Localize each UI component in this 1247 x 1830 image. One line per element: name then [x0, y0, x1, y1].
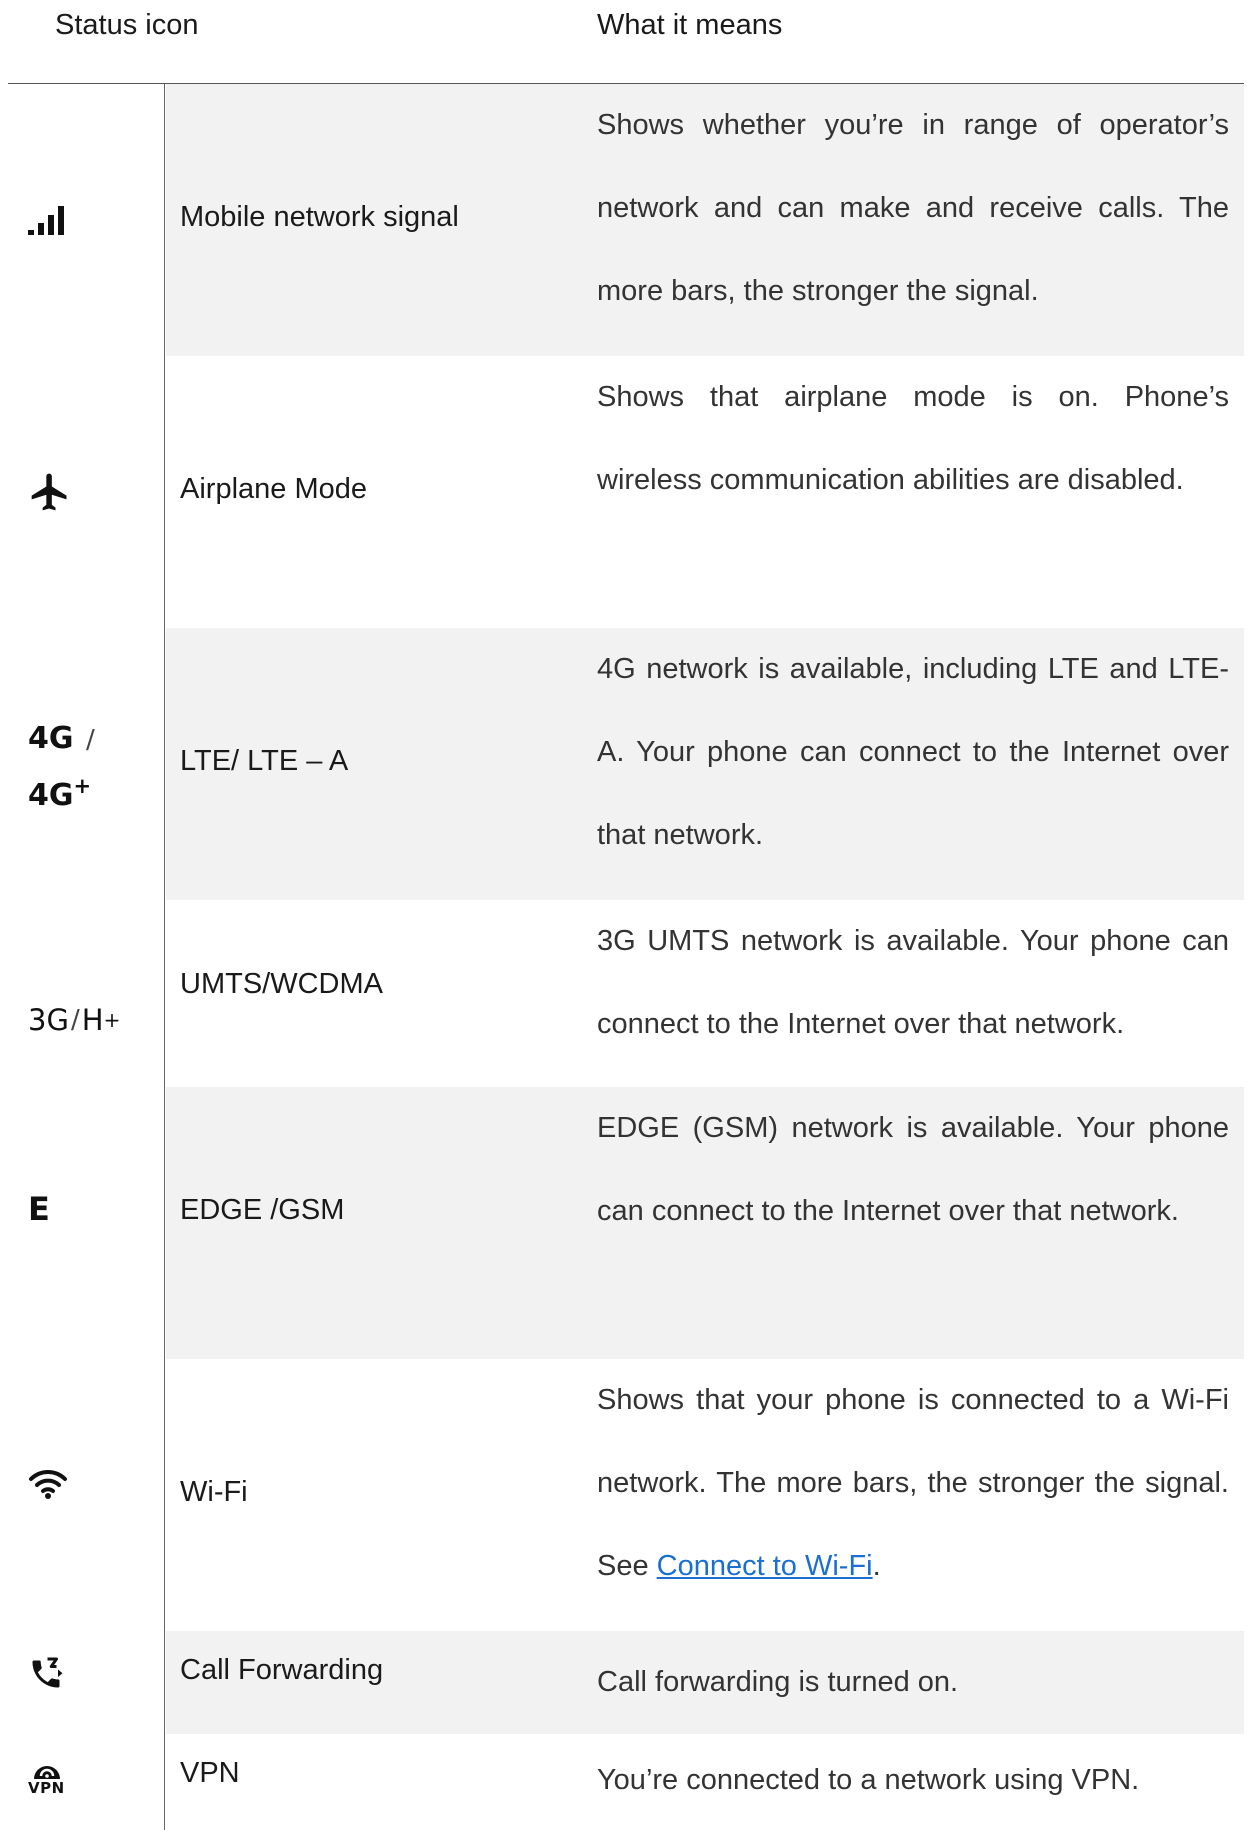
header-status-icon: Status icon — [55, 9, 199, 41]
row-name: EDGE /GSM — [180, 1194, 345, 1226]
call-forwarding-icon — [28, 1631, 138, 1717]
airplane-icon — [28, 356, 138, 628]
signal-bars-icon — [28, 84, 138, 356]
row-name: VPN — [180, 1757, 240, 1789]
row-name: LTE/ LTE – A — [180, 745, 349, 777]
table-row: 4G / 4G+ LTE/ LTE – A 4G network is avai… — [0, 628, 1247, 900]
row-name: Mobile network signal — [180, 201, 459, 233]
column-divider — [164, 84, 165, 1830]
row-name: UMTS/WCDMA — [180, 968, 383, 1000]
table-row: Mobile network signal Shows whether you’… — [0, 84, 1247, 356]
table-row: VPN VPN You’re connected to a network us… — [0, 1734, 1247, 1830]
row-description: Shows whether you’re in range of operato… — [597, 109, 1229, 307]
header-what-it-means: What it means — [597, 9, 783, 41]
row-description: You’re connected to a network using VPN. — [597, 1764, 1140, 1796]
wifi-icon — [28, 1459, 138, 1509]
table-row: E EDGE /GSM EDGE (GSM) network is availa… — [0, 1087, 1247, 1359]
table-row: 3G / H + UMTS/WCDMA 3G UMTS network is avai… — [0, 900, 1247, 1087]
row-description: Call forwarding is turned on. — [597, 1666, 959, 1698]
vpn-icon: VPN — [28, 1734, 138, 1826]
row-description: EDGE (GSM) network is available. Your ph… — [597, 1112, 1229, 1227]
3g-icon: 3G / H + — [28, 1003, 121, 1037]
connect-to-wifi-link[interactable]: Connect to Wi-Fi — [657, 1550, 873, 1582]
row-name: Airplane Mode — [180, 473, 367, 505]
row-name: Call Forwarding — [180, 1654, 384, 1686]
row-description: Shows that your phone is connected to a … — [597, 1384, 1229, 1582]
row-description: 4G network is available, including LTE a… — [597, 653, 1229, 851]
table-row: Call Forwarding Call forwarding is turne… — [0, 1631, 1247, 1734]
4g-icon: 4G / 4G+ — [28, 720, 95, 813]
table-row: Airplane Mode Shows that airplane mode i… — [0, 356, 1247, 628]
row-name: Wi-Fi — [180, 1476, 248, 1508]
row-description: 3G UMTS network is available. Your phone… — [597, 925, 1229, 1040]
edge-icon: E — [28, 1190, 50, 1228]
table-row: Wi-Fi Shows that your phone is connected… — [0, 1359, 1247, 1631]
row-description: Shows that airplane mode is on. Phone’s … — [597, 381, 1229, 496]
